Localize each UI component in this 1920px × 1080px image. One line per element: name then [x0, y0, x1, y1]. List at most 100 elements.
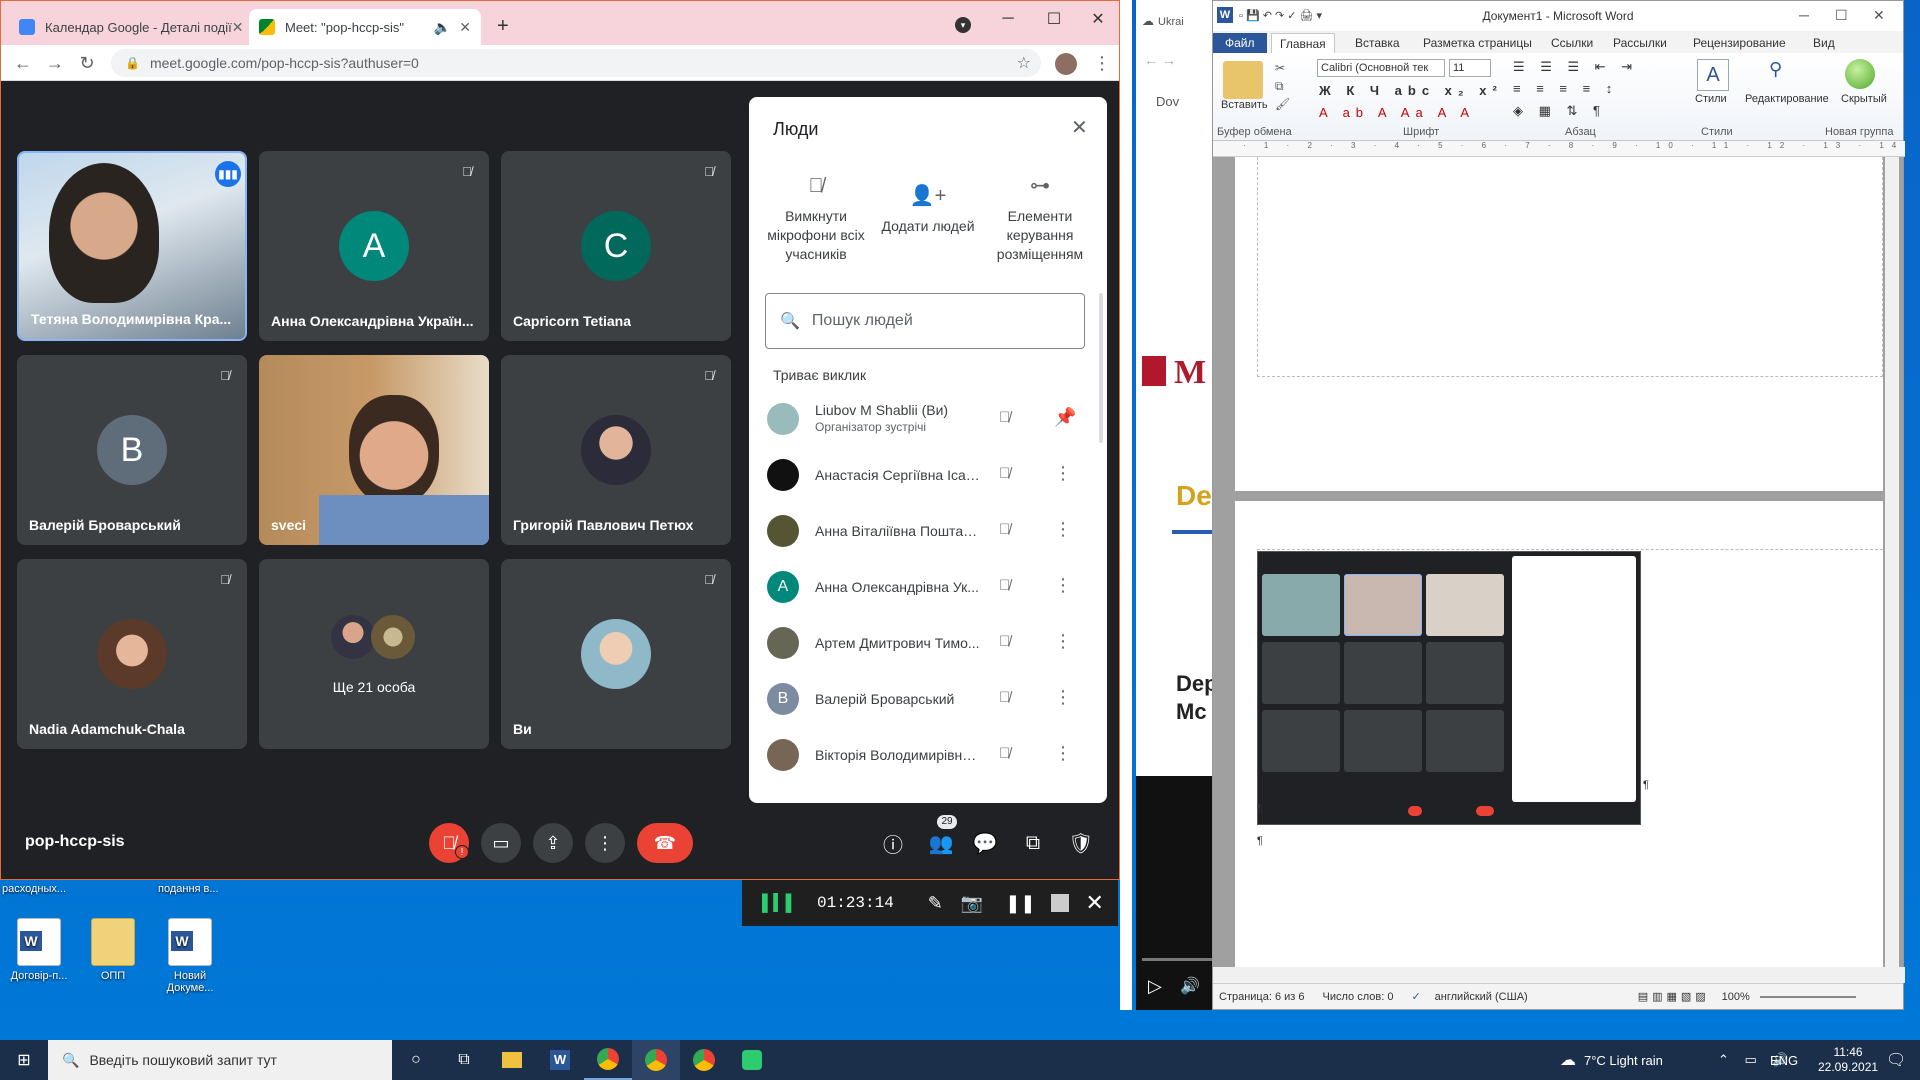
tab-insert[interactable]: Вставка [1347, 33, 1408, 53]
mic-off-icon[interactable]: 🎙̸ [999, 745, 1010, 762]
tab-mailings[interactable]: Рассылки [1605, 33, 1675, 53]
tab-references[interactable]: Ссылки [1543, 33, 1601, 53]
weather-widget[interactable]: ☁ 7°C Light rain [1560, 1040, 1663, 1080]
camera-toggle-button[interactable]: ▭ [481, 823, 521, 863]
quick-access-toolbar[interactable]: ▫ 💾 ↶ ↷ ✓ 🖨 ▾ [1239, 9, 1322, 22]
leave-call-button[interactable]: ☎ [637, 823, 693, 863]
vertical-scrollbar[interactable] [1885, 157, 1899, 967]
tab-file[interactable]: Файл [1213, 33, 1267, 53]
participant-row[interactable]: A Анна Олександрівна Ук... 🎙̸ ⋮ [749, 559, 1107, 615]
url-field[interactable]: 🔒 meet.google.com/pop-hccp-sis?authuser=… [111, 49, 1041, 77]
embedded-screenshot[interactable] [1257, 551, 1641, 825]
forward-icon[interactable]: → [43, 51, 67, 75]
styles-icon[interactable]: A [1697, 59, 1729, 91]
search-people-input[interactable]: 🔍 Пошук людей [765, 293, 1085, 349]
more-icon[interactable]: ⋮ [1054, 463, 1072, 484]
close-window-button[interactable]: ✕ [1075, 5, 1119, 33]
play-icon[interactable]: ▷ [1148, 976, 1162, 997]
mic-off-icon[interactable]: 🎙̸ [999, 689, 1010, 706]
maximize-button[interactable]: ☐ [1835, 7, 1848, 24]
close-panel-button[interactable]: ✕ [1071, 115, 1088, 140]
text-area[interactable] [1257, 157, 1883, 377]
desktop-icon-folder[interactable]: ОПП [78, 918, 148, 982]
pin-icon[interactable]: 📌 [1054, 407, 1076, 428]
close-icon[interactable]: ✕ [232, 19, 244, 36]
view-buttons[interactable]: ▤▥▦▧▨ [1638, 990, 1710, 1003]
more-participants-tile[interactable]: Ще 21 особа [259, 559, 489, 749]
tab-search-icon[interactable]: ▾ [955, 17, 971, 33]
hidden-button[interactable]: Скрытый [1841, 93, 1887, 105]
status-language[interactable]: английский (США) [1435, 991, 1528, 1003]
participant-row[interactable]: Артем Дмитрович Тимо... 🎙̸ ⋮ [749, 615, 1107, 671]
close-window-button[interactable]: ✕ [1873, 7, 1885, 24]
desktop-icon-new-doc[interactable]: W Новий Докуме... [155, 918, 225, 994]
more-icon[interactable]: ⋮ [1054, 687, 1072, 708]
list-buttons[interactable]: ☰ ☰ ☰ ⇤ ⇥ [1513, 59, 1638, 75]
close-icon[interactable]: ✕ [459, 19, 471, 36]
chrome-taskbar-icon[interactable] [584, 1040, 632, 1080]
editing-button[interactable]: Редактирование [1745, 93, 1829, 105]
more-icon[interactable]: ⋮ [1054, 743, 1072, 764]
paste-icon[interactable] [1223, 61, 1263, 99]
tab-view[interactable]: Вид [1805, 33, 1843, 53]
people-icon[interactable]: 👥 [927, 829, 955, 857]
minimize-button[interactable]: ─ [1799, 7, 1809, 23]
horizontal-scrollbar[interactable] [1213, 967, 1905, 983]
mic-off-icon[interactable]: 🎙̸ [999, 409, 1010, 426]
tab-meet[interactable]: Meet: "pop-hccp-sis" 🔈 ✕ [249, 9, 481, 45]
host-controls-button[interactable]: ⊶ Елементи керування розміщенням [985, 176, 1095, 264]
camera-icon[interactable]: 📷 [961, 893, 983, 914]
desktop-icon-word-doc[interactable]: W Договір-п... [4, 918, 74, 982]
clipboard-tools[interactable]: ✂ ⧉ 🖌 [1275, 59, 1290, 113]
back-icon[interactable]: ← [11, 51, 35, 75]
clock[interactable]: 11:46 22.09.2021 [1818, 1040, 1878, 1080]
participant-row[interactable]: Анна Віталіївна Поштаре... 🎙̸ ⋮ [749, 503, 1107, 559]
start-button[interactable]: ⊞ [0, 1040, 48, 1080]
info-icon[interactable]: ⓘ [879, 829, 907, 857]
zoom-slider[interactable] [1759, 995, 1856, 998]
participant-tile[interactable]: 🎙̸ Ви [501, 559, 731, 749]
pen-icon[interactable]: ✎ [928, 893, 943, 914]
task-view-icon[interactable]: ⧉ [440, 1040, 488, 1080]
reload-icon[interactable]: ↻ [75, 51, 99, 75]
participant-tile[interactable]: A 🎙̸ Анна Олександрівна Україн... [259, 151, 489, 341]
font-size-select[interactable]: 11 [1449, 59, 1491, 77]
profile-avatar[interactable] [1055, 53, 1077, 75]
participant-row[interactable]: Liubov M Shablii (Ви) Організатор зустрі… [749, 391, 1107, 447]
zoom-level[interactable]: 100% [1722, 991, 1750, 1003]
notification-icon[interactable]: 🗨 [1886, 1040, 1906, 1080]
participant-row[interactable]: B Валерій Броварський 🎙̸ ⋮ [749, 671, 1107, 727]
recorder-taskbar-icon[interactable] [728, 1040, 776, 1080]
tab-layout[interactable]: Разметка страницы [1415, 33, 1540, 53]
participant-tile[interactable]: 🎙̸ Nadia Adamchuk-Chala [17, 559, 247, 749]
file-explorer-icon[interactable] [488, 1040, 536, 1080]
mute-all-button[interactable]: 🎙̸ Вимкнути мікрофони всіх учасників [761, 176, 871, 264]
participant-tile[interactable]: C 🎙̸ Capricorn Tetiana [501, 151, 731, 341]
stop-icon[interactable] [1051, 894, 1070, 912]
video-progress[interactable] [1142, 958, 1216, 961]
chat-icon[interactable]: 💬 [971, 829, 999, 857]
cortana-icon[interactable]: ○ [392, 1040, 440, 1080]
host-controls-icon[interactable]: 🛡 [1067, 829, 1095, 857]
mic-off-icon[interactable]: 🎙̸ [999, 577, 1010, 594]
volume-icon[interactable]: 🔊 [1180, 976, 1200, 996]
minimize-button[interactable]: ─ [985, 5, 1031, 33]
color-buttons[interactable]: A ab A Aa A A [1319, 105, 1475, 120]
tab-calendar[interactable]: Календар Google - Деталі події ✕ [9, 9, 249, 45]
status-page[interactable]: Страница: 6 из 6 [1219, 991, 1305, 1003]
close-icon[interactable]: ✕ [1085, 890, 1103, 916]
pause-icon[interactable]: ❚❚ [1005, 893, 1035, 914]
participant-row[interactable]: Вікторія Володимирівна ... 🎙̸ ⋮ [749, 727, 1107, 783]
format-buttons[interactable]: Ж К Ч abc x₂ x² [1319, 83, 1503, 98]
mic-off-icon[interactable]: 🎙̸ [999, 521, 1010, 538]
tab-home[interactable]: Главная [1271, 33, 1335, 53]
mic-off-icon[interactable]: 🎙̸ [999, 465, 1010, 482]
taskbar-search[interactable]: 🔍 Введіть пошуковий запит тут [48, 1040, 392, 1080]
maximize-button[interactable]: ☐ [1031, 5, 1077, 33]
participant-tile[interactable]: ▮▮▮ Тетяна Володимирівна Кра... [17, 151, 247, 341]
mic-off-icon[interactable]: 🎙̸ [999, 633, 1010, 650]
star-icon[interactable]: ☆ [1017, 53, 1031, 73]
proofing-icon[interactable]: ✓ [1411, 990, 1420, 1003]
activities-icon[interactable]: ⧉ [1019, 829, 1047, 857]
align-buttons[interactable]: ≡ ≡ ≡ ≡ ↕ [1513, 81, 1618, 96]
